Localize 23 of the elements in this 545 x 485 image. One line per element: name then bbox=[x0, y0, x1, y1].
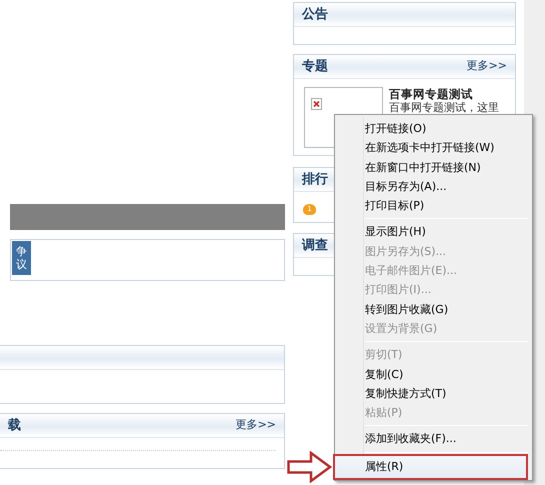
panel-title: 专题 bbox=[302, 58, 328, 76]
more-link[interactable]: 更多>> bbox=[466, 58, 507, 75]
debate-tag: 争议 bbox=[12, 241, 31, 275]
panel-title: 公告 bbox=[302, 6, 328, 24]
menu-item[interactable]: 转到图片收藏(G) bbox=[337, 300, 530, 319]
menu-item[interactable]: 在新窗口中打开链接(N) bbox=[337, 158, 530, 177]
feature-text: 百事网专题测试，这里 bbox=[389, 101, 499, 114]
menu-item[interactable]: 复制快捷方式(T) bbox=[337, 384, 530, 404]
menu-item[interactable]: 在新选项卡中打开链接(W) bbox=[337, 138, 530, 158]
panel-title: 载 bbox=[8, 416, 21, 435]
menu-item[interactable]: 打印目标(P) bbox=[337, 196, 530, 216]
more-link[interactable]: 更多>> bbox=[236, 417, 276, 434]
feature-title[interactable]: 百事网专题测试 bbox=[389, 87, 499, 101]
panel-title: 调查 bbox=[302, 236, 328, 255]
menu-item[interactable]: 目标另存为(A)... bbox=[337, 176, 530, 196]
menu-item[interactable]: 复制(C) bbox=[337, 364, 530, 384]
panel-title: 排行 bbox=[302, 170, 328, 189]
menu-item[interactable]: 属性(R) bbox=[335, 456, 526, 478]
arrow-icon bbox=[287, 450, 332, 483]
menu-item[interactable]: 显示图片(H) bbox=[337, 222, 530, 242]
menu-item[interactable]: 添加到收藏夹(F)... bbox=[337, 429, 530, 449]
broken-image-icon bbox=[311, 98, 322, 110]
menu-item[interactable]: 打开链接(O) bbox=[337, 119, 530, 138]
